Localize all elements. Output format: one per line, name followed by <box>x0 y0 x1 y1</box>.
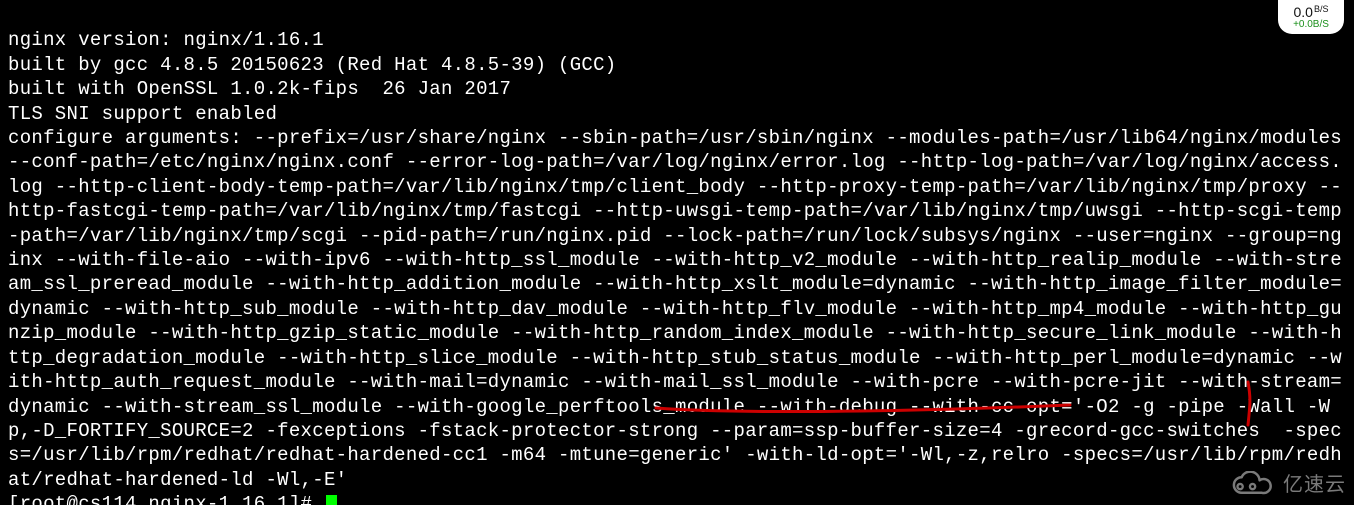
watermark-text: 亿速云 <box>1283 473 1346 497</box>
output-line: built with OpenSSL 1.0.2k-fips 26 Jan 20… <box>8 78 511 100</box>
output-line: built by gcc 4.8.5 20150623 (Red Hat 4.8… <box>8 54 617 76</box>
cloud-icon <box>1225 471 1277 499</box>
output-configure-args: configure arguments: --prefix=/usr/share… <box>8 127 1354 491</box>
speed-delta: +0.0B/S <box>1293 20 1329 30</box>
output-line: nginx version: nginx/1.16.1 <box>8 29 324 51</box>
output-line: TLS SNI support enabled <box>8 103 277 125</box>
network-speed-widget[interactable]: 0.0B/S +0.0B/S <box>1278 0 1344 34</box>
shell-prompt[interactable]: [root@cs114 nginx-1.16.1]# <box>8 493 324 505</box>
watermark: 亿速云 <box>1225 465 1346 505</box>
speed-value: 0.0B/S <box>1294 5 1329 19</box>
cursor <box>326 495 337 505</box>
terminal-output: nginx version: nginx/1.16.1 built by gcc… <box>0 0 1354 505</box>
